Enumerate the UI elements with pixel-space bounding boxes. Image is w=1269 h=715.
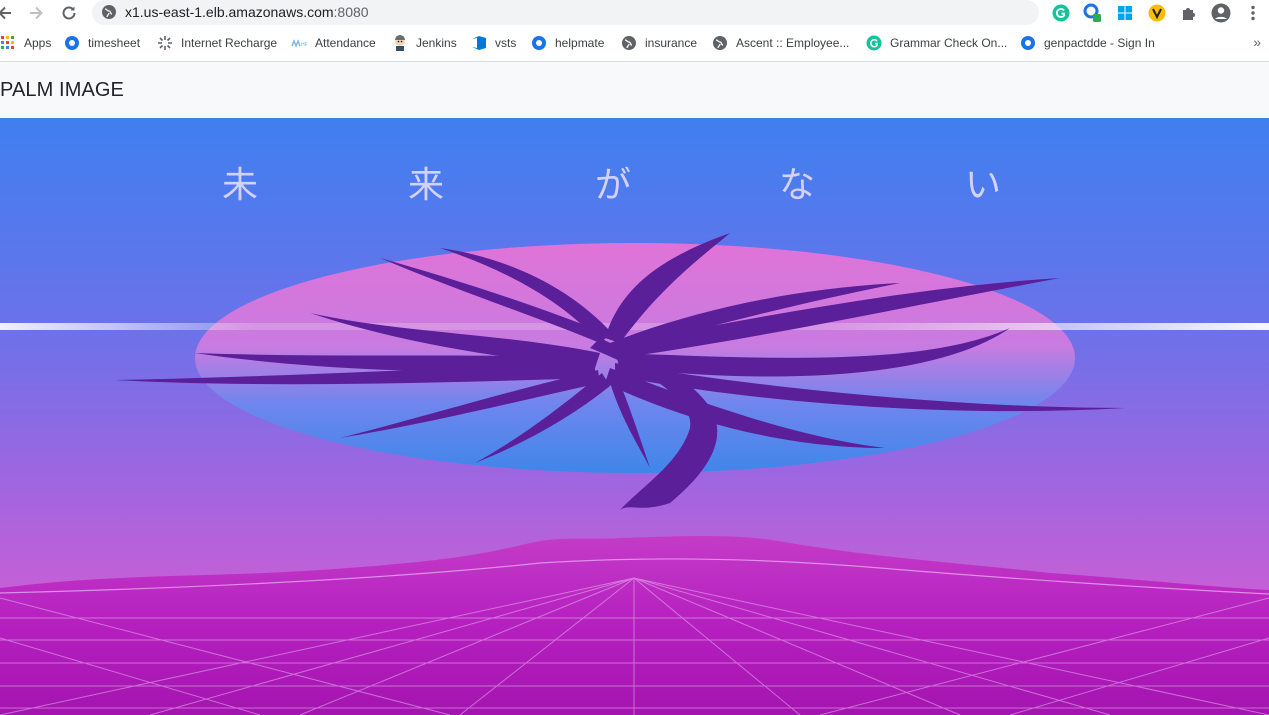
browser-toolbar: x1.us-east-1.elb.amazonaws.com:8080 bbox=[0, 0, 1269, 26]
bookmark-label: timesheet bbox=[88, 36, 141, 50]
grammarly-icon bbox=[866, 35, 882, 51]
spinner-icon bbox=[157, 35, 173, 51]
globe-icon bbox=[712, 35, 728, 51]
bookmark-label: genpactdde - Sign In bbox=[1044, 36, 1155, 50]
url-text: x1.us-east-1.elb.amazonaws.com:8080 bbox=[125, 4, 369, 20]
forward-arrow-icon[interactable] bbox=[25, 2, 47, 24]
bookmark-label: Jenkins bbox=[416, 36, 457, 50]
bookmark-internet-recharge[interactable]: Internet Recharge bbox=[157, 33, 277, 53]
bookmark-label: Attendance bbox=[315, 36, 376, 50]
bookmark-genpactdde[interactable]: genpactdde - Sign In bbox=[1020, 33, 1155, 53]
bookmark-label: Grammar Check On... bbox=[890, 36, 1008, 50]
globe-icon bbox=[621, 35, 637, 51]
caption-char: が bbox=[595, 165, 632, 206]
bookmark-label: Internet Recharge bbox=[181, 36, 278, 50]
navbar: PALM IMAGE bbox=[0, 62, 1269, 118]
bookmark-insurance[interactable]: insurance bbox=[621, 33, 697, 53]
v-extension-icon[interactable] bbox=[1147, 3, 1167, 23]
bookmark-timesheet[interactable]: timesheet bbox=[64, 33, 140, 53]
bookmark-attendance[interactable]: HR Attendance bbox=[291, 33, 376, 53]
attendance-icon: HR bbox=[291, 35, 307, 51]
site-info-icon[interactable] bbox=[101, 4, 117, 20]
puzzle-icon[interactable] bbox=[1179, 3, 1199, 23]
bookmark-label: vsts bbox=[495, 36, 517, 50]
caption-char: い bbox=[965, 165, 1002, 206]
profile-icon[interactable] bbox=[1211, 3, 1231, 23]
bookmark-ascent[interactable]: Ascent :: Employee... bbox=[712, 33, 849, 53]
bookmark-label: insurance bbox=[645, 36, 698, 50]
url-host: x1.us-east-1.elb.amazonaws.com bbox=[125, 4, 334, 20]
caption-char: 未 bbox=[222, 165, 259, 206]
caption-char: な bbox=[779, 165, 816, 206]
navbar-brand[interactable]: PALM IMAGE bbox=[0, 79, 124, 102]
bookmark-vsts[interactable]: vsts bbox=[471, 33, 516, 53]
grammarly-icon[interactable] bbox=[1051, 3, 1071, 23]
jenkins-icon bbox=[392, 35, 408, 51]
url-port: :8080 bbox=[333, 4, 369, 20]
extension-badge-icon[interactable] bbox=[1083, 3, 1103, 23]
kebab-menu-icon[interactable] bbox=[1243, 3, 1263, 23]
caption-char: 来 bbox=[408, 165, 445, 206]
bookmark-apps[interactable]: Apps bbox=[0, 33, 51, 53]
vsts-icon bbox=[471, 35, 487, 51]
bookmark-grammar-check[interactable]: Grammar Check On... bbox=[866, 33, 1007, 53]
circle-o-icon bbox=[1020, 35, 1036, 51]
circle-o-icon bbox=[531, 35, 547, 51]
palm-image: 未 来 が な い bbox=[0, 118, 1269, 715]
circle-o-icon bbox=[64, 35, 80, 51]
bookmark-label: Ascent :: Employee... bbox=[736, 36, 850, 50]
bookmarks-bar: Apps timesheet Internet Recharge HR Atte… bbox=[0, 30, 1269, 56]
bookmark-jenkins[interactable]: Jenkins bbox=[392, 33, 457, 53]
more-bookmarks-chevron-icon[interactable]: » bbox=[1253, 34, 1261, 50]
bookmark-label: Apps bbox=[24, 36, 52, 50]
bookmark-label: helpmate bbox=[555, 36, 605, 50]
reload-icon[interactable] bbox=[58, 2, 80, 24]
back-arrow-icon[interactable] bbox=[0, 2, 16, 24]
svg-text:HR: HR bbox=[301, 42, 307, 48]
address-bar[interactable]: x1.us-east-1.elb.amazonaws.com:8080 bbox=[92, 0, 1039, 25]
windows-icon[interactable] bbox=[1115, 3, 1135, 23]
vaporwave-palm-illustration bbox=[0, 118, 1269, 715]
apps-grid-icon bbox=[0, 35, 16, 51]
bookmark-helpmate[interactable]: helpmate bbox=[531, 33, 604, 53]
